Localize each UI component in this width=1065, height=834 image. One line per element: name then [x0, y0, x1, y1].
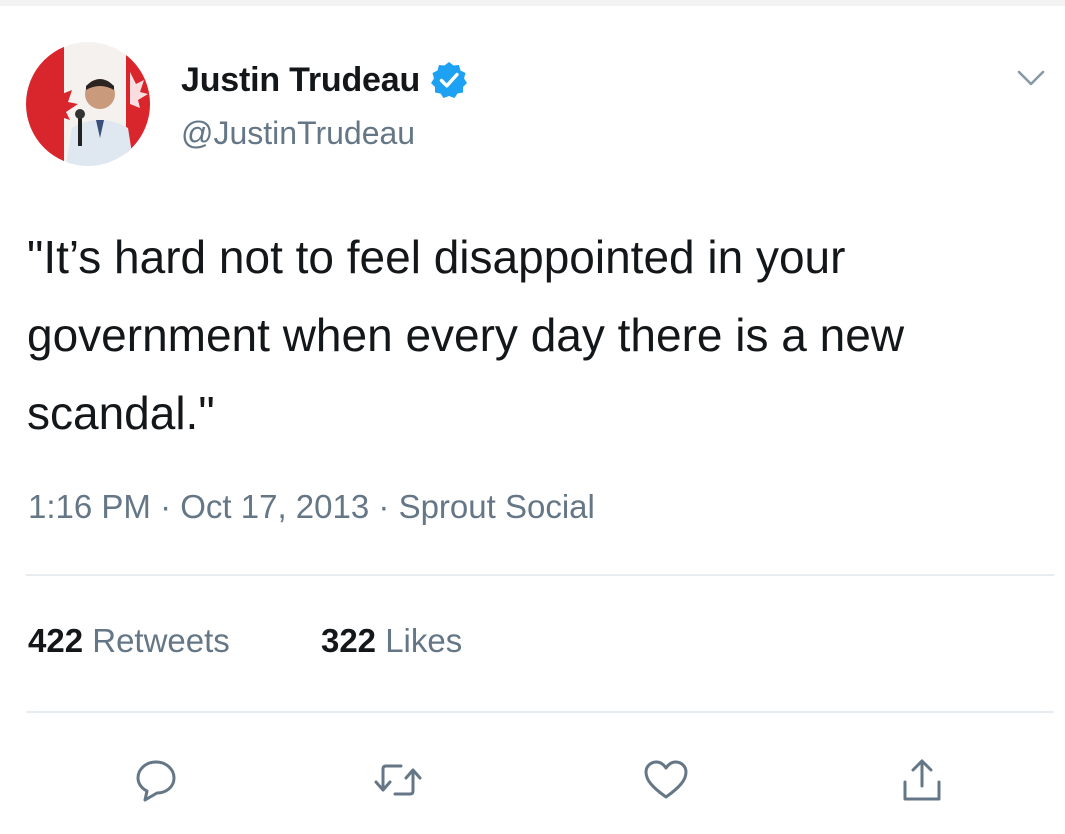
user-handle[interactable]: @JustinTrudeau — [181, 115, 415, 152]
share-icon — [903, 759, 941, 801]
retweets-label: Retweets — [92, 622, 230, 659]
retweet-button[interactable] — [372, 754, 424, 806]
display-name[interactable]: Justin Trudeau — [181, 61, 420, 100]
retweets-stat[interactable]: 422 Retweets — [28, 622, 230, 660]
tweet-date[interactable]: Oct 17, 2013 — [180, 488, 369, 525]
meta-separator: · — [378, 488, 390, 525]
likes-stat[interactable]: 322 Likes — [321, 622, 462, 660]
avatar-image — [26, 42, 150, 166]
divider — [26, 574, 1054, 576]
tweet-meta: 1:16 PM · Oct 17, 2013 · Sprout Social — [28, 488, 595, 526]
likes-count: 322 — [320, 622, 377, 659]
like-button[interactable] — [640, 754, 692, 806]
divider — [26, 711, 1054, 713]
meta-separator: · — [160, 488, 172, 525]
display-name-row[interactable]: Justin Trudeau — [181, 60, 469, 100]
verified-badge-icon — [429, 60, 469, 100]
tweet-source[interactable]: Sprout Social — [399, 488, 595, 525]
reply-icon — [136, 760, 176, 802]
retweet-icon — [374, 764, 422, 796]
top-divider — [0, 0, 1065, 6]
retweets-count: 422 — [28, 622, 84, 659]
engagement-stats: 422 Retweets 322 Likes — [28, 622, 462, 660]
avatar[interactable] — [26, 42, 150, 166]
tweet-card: Justin Trudeau @JustinTrudeau "It’s hard… — [0, 0, 1065, 834]
reply-button[interactable] — [130, 754, 182, 806]
share-button[interactable] — [896, 754, 948, 806]
tweet-time[interactable]: 1:16 PM — [28, 488, 151, 525]
chevron-down-icon[interactable] — [1013, 60, 1049, 96]
likes-label: Likes — [385, 622, 463, 659]
heart-icon — [644, 760, 688, 799]
tweet-text: "It’s hard not to feel disappointed in y… — [27, 231, 905, 439]
